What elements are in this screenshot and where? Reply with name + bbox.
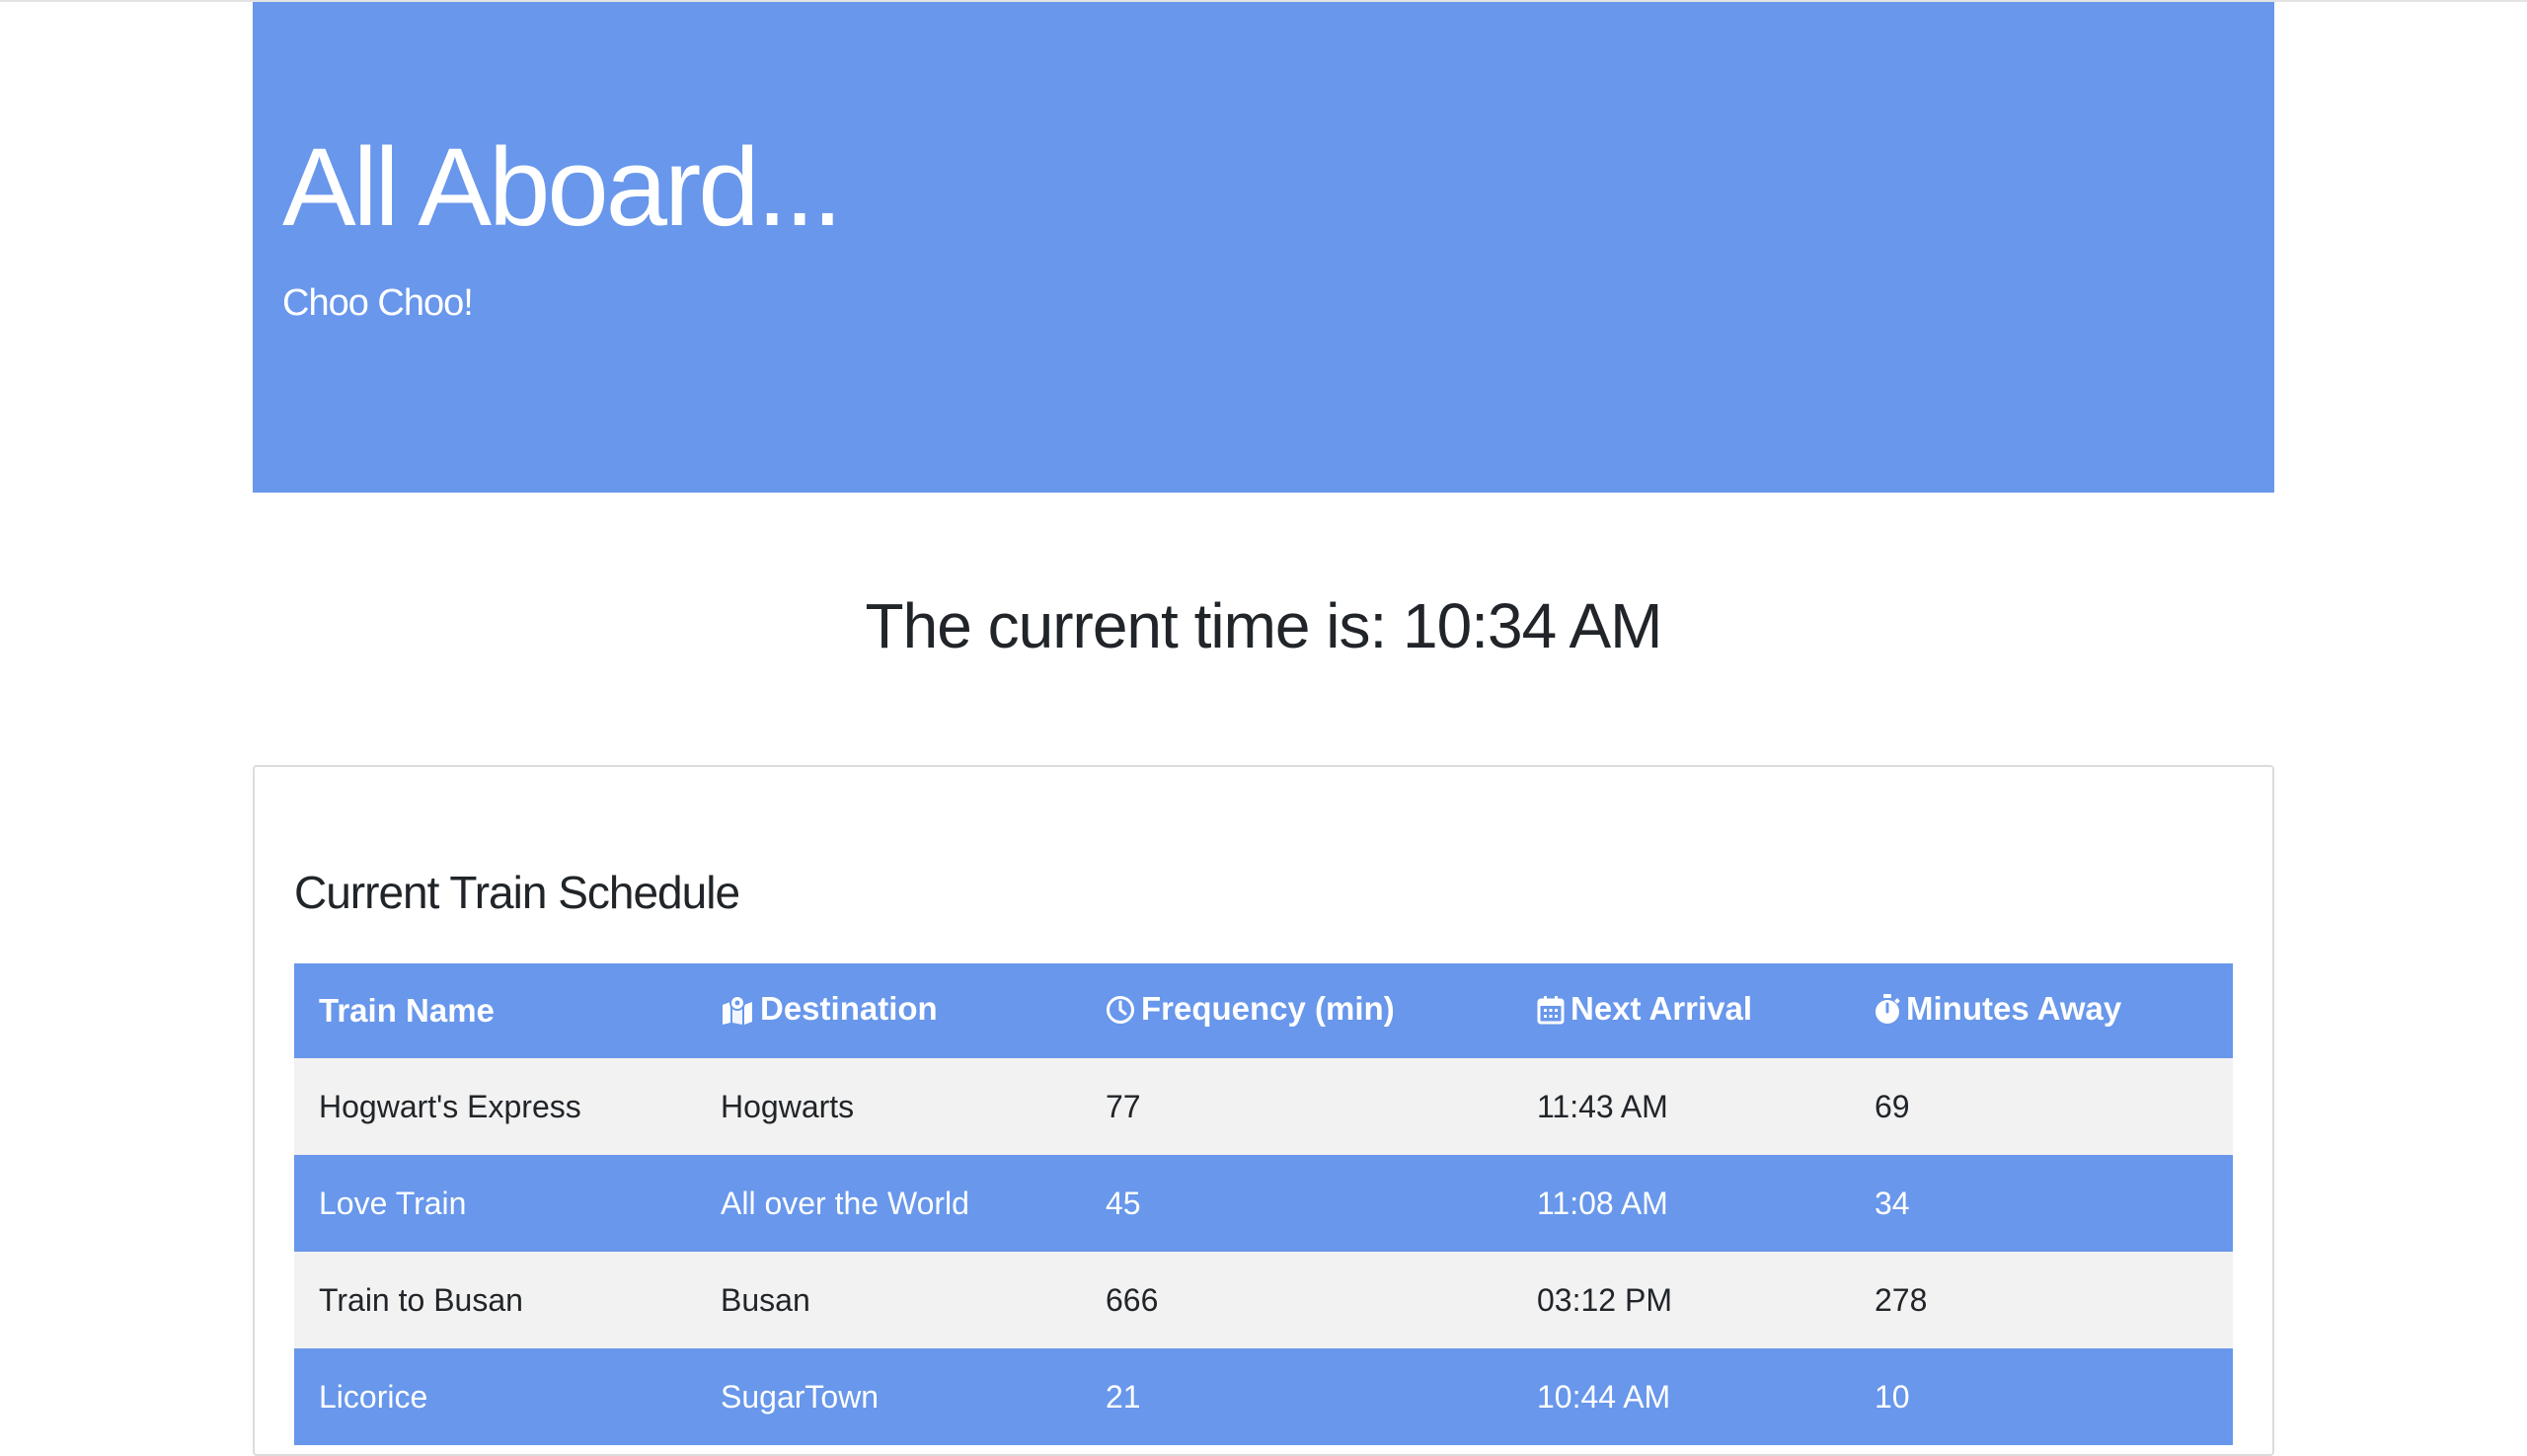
table-row: Train to Busan Busan 666 03:12 PM 278 bbox=[294, 1252, 2233, 1348]
cell-destination: SugarTown bbox=[721, 1378, 880, 1415]
cell-next-arrival: 10:44 AM bbox=[1537, 1378, 1671, 1415]
page-title: All Aboard... bbox=[282, 125, 843, 249]
column-header-destination: Destination bbox=[696, 963, 1081, 1058]
schedule-title: Current Train Schedule bbox=[294, 867, 740, 918]
cell-next-arrival: 11:43 AM bbox=[1537, 1088, 1668, 1124]
column-header-label: Minutes Away bbox=[1906, 989, 2122, 1027]
cell-frequency: 21 bbox=[1106, 1378, 1141, 1415]
cell-train-name: Love Train bbox=[319, 1185, 467, 1221]
current-time-display: The current time is: 10:34 AM bbox=[865, 590, 1663, 661]
cell-minutes-away: 69 bbox=[1875, 1088, 1910, 1124]
column-header-frequency: Frequency (min) bbox=[1081, 963, 1512, 1058]
hero-banner: All Aboard... Choo Choo! bbox=[253, 2, 2274, 493]
cell-train-name: Hogwart's Express bbox=[319, 1088, 581, 1124]
column-header-label: Frequency (min) bbox=[1141, 989, 1395, 1027]
cell-minutes-away: 278 bbox=[1875, 1281, 1928, 1318]
cell-next-arrival: 11:08 AM bbox=[1537, 1185, 1668, 1221]
column-header-train-name: Train Name bbox=[294, 963, 696, 1058]
schedule-card: Current Train Schedule Train Name Destin… bbox=[253, 765, 2274, 1456]
cell-frequency: 666 bbox=[1106, 1281, 1159, 1318]
column-header-label: Destination bbox=[760, 989, 938, 1027]
cell-train-name: Train to Busan bbox=[319, 1281, 523, 1318]
cell-minutes-away: 34 bbox=[1875, 1185, 1910, 1221]
column-header-label: Next Arrival bbox=[1570, 989, 1753, 1027]
table-row: Licorice SugarTown 21 10:44 AM 10 bbox=[294, 1348, 2233, 1445]
table-header-row: Train Name Destination Frequency (min) N… bbox=[294, 963, 2233, 1058]
cell-next-arrival: 03:12 PM bbox=[1537, 1281, 1672, 1318]
table-row: Love Train All over the World 45 11:08 A… bbox=[294, 1155, 2233, 1252]
cell-destination: Hogwarts bbox=[721, 1088, 855, 1124]
calendar-icon bbox=[1537, 995, 1565, 1033]
page-subtitle: Choo Choo! bbox=[282, 282, 474, 324]
cell-minutes-away: 10 bbox=[1875, 1378, 1910, 1415]
column-header-minutes-away: Minutes Away bbox=[1850, 963, 2233, 1058]
stopwatch-icon bbox=[1875, 993, 1900, 1033]
table-row: Hogwart's Express Hogwarts 77 11:43 AM 6… bbox=[294, 1058, 2233, 1155]
cell-frequency: 77 bbox=[1106, 1088, 1141, 1124]
column-header-next-arrival: Next Arrival bbox=[1512, 963, 1850, 1058]
map-marked-icon bbox=[721, 994, 754, 1033]
cell-destination: All over the World bbox=[721, 1185, 969, 1221]
cell-train-name: Licorice bbox=[319, 1378, 428, 1415]
cell-destination: Busan bbox=[721, 1281, 810, 1318]
clock-icon bbox=[1106, 995, 1135, 1033]
schedule-table: Train Name Destination Frequency (min) N… bbox=[294, 963, 2233, 1445]
cell-frequency: 45 bbox=[1106, 1185, 1141, 1221]
column-header-label: Train Name bbox=[319, 992, 495, 1029]
